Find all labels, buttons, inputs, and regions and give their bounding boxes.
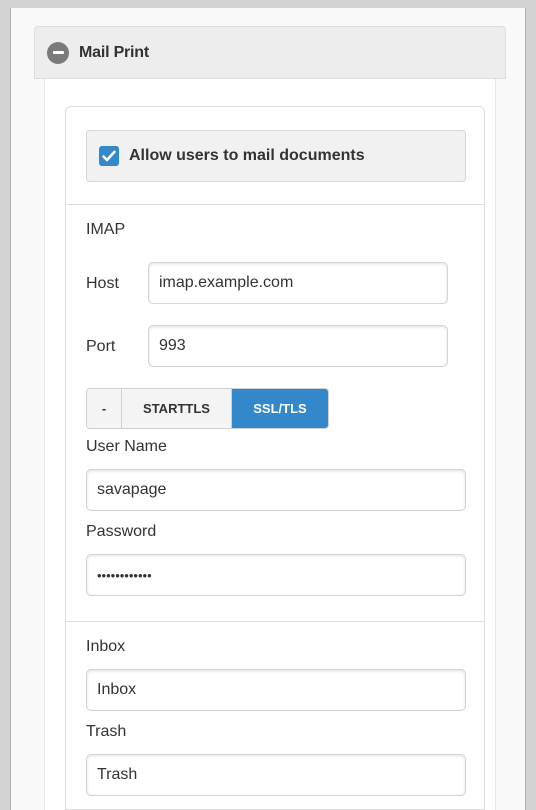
password-label: Password — [86, 523, 157, 540]
allow-mail-checkbox-row[interactable]: Allow users to mail documents — [86, 130, 466, 182]
user-name-input[interactable]: savapage — [86, 469, 466, 511]
inbox-input[interactable]: Inbox — [86, 669, 466, 711]
imap-heading: IMAP — [86, 221, 126, 238]
mail-print-content: Allow users to mail documents IMAP Host … — [44, 79, 496, 810]
divider — [66, 621, 484, 622]
mail-print-fieldset: Allow users to mail documents IMAP Host … — [65, 106, 485, 810]
checkbox-checked-icon[interactable] — [99, 146, 119, 166]
top-border — [0, 0, 536, 8]
port-label: Port — [86, 338, 116, 355]
trash-label: Trash — [86, 723, 127, 740]
host-label: Host — [86, 275, 119, 292]
security-option-starttls[interactable]: STARTTLS — [122, 389, 232, 428]
port-input[interactable]: 993 — [148, 325, 448, 367]
user-name-label: User Name — [86, 438, 167, 455]
inbox-label: Inbox — [86, 638, 126, 655]
security-option-none[interactable]: - — [87, 389, 122, 428]
host-input[interactable]: imap.example.com — [148, 262, 448, 304]
divider — [66, 204, 484, 205]
minus-icon[interactable] — [47, 41, 69, 64]
mail-print-header[interactable]: Mail Print — [34, 26, 506, 79]
allow-mail-label: Allow users to mail documents — [129, 147, 365, 164]
mail-print-collapsible: Mail Print Allow users to mail documents… — [34, 26, 506, 810]
password-input[interactable]: •••••••••••• — [86, 554, 466, 596]
security-option-ssl-tls[interactable]: SSL/TLS — [232, 389, 328, 428]
mail-print-title: Mail Print — [79, 43, 150, 61]
security-segmented-control: - STARTTLS SSL/TLS — [86, 388, 329, 429]
trash-input[interactable]: Trash — [86, 754, 466, 796]
